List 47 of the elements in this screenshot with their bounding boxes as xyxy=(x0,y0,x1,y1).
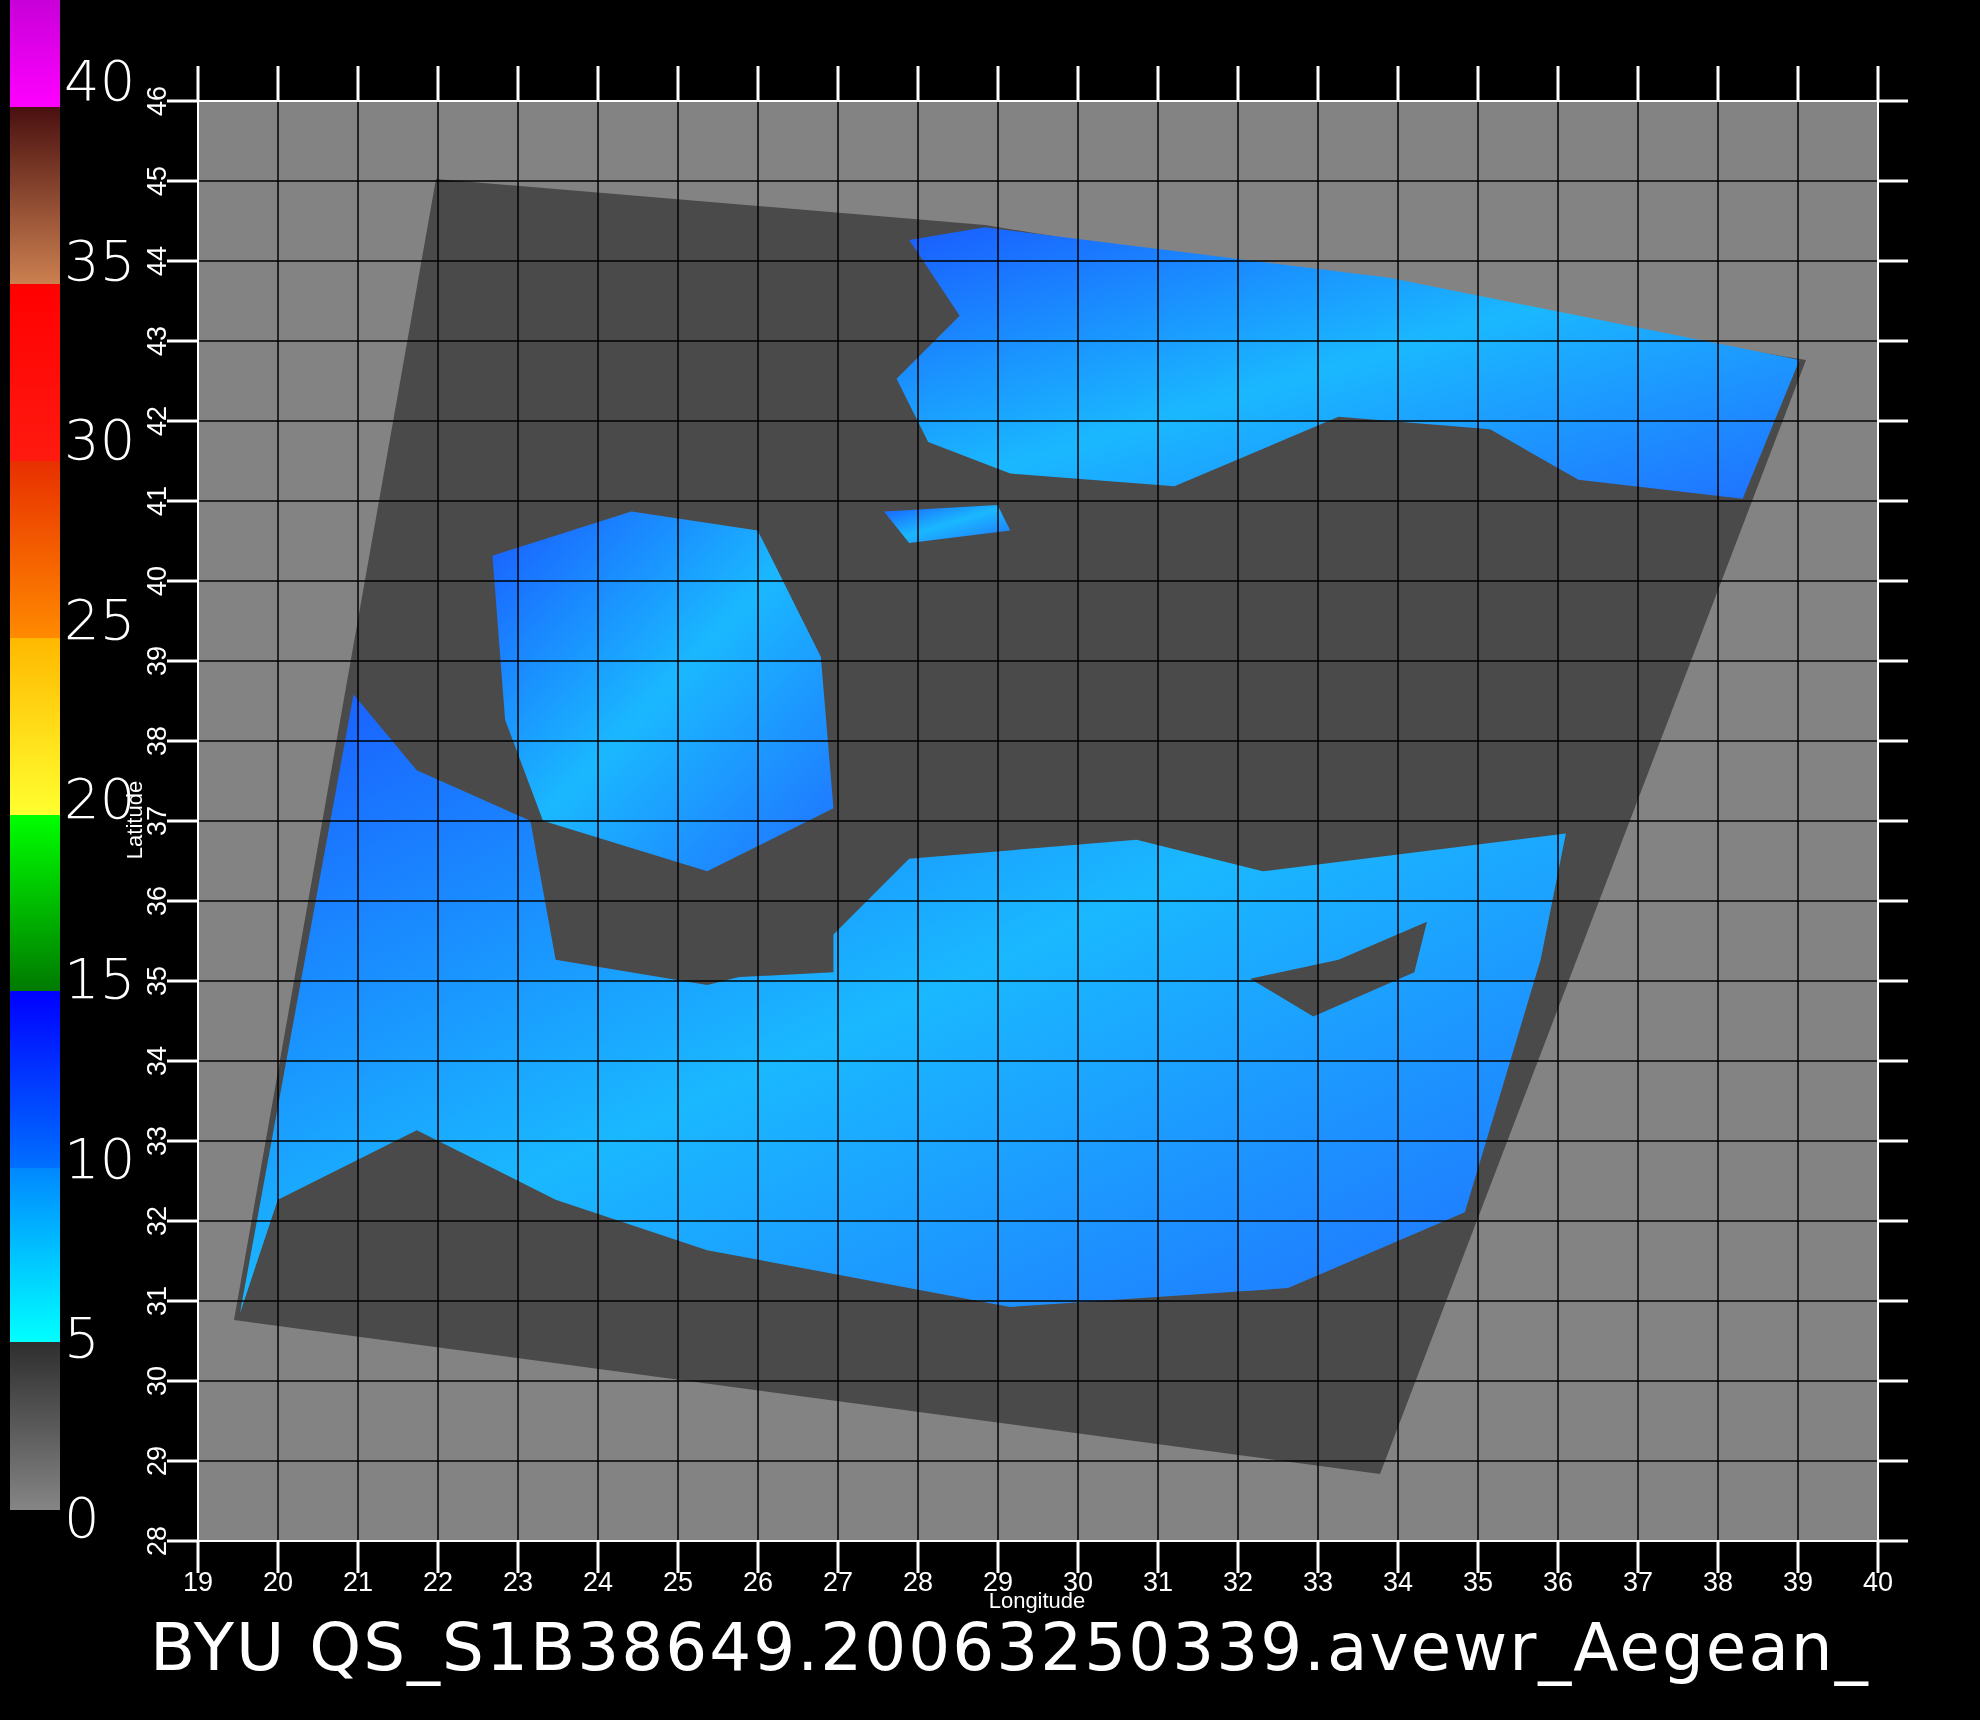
latitude-tick-label: 36 xyxy=(142,886,172,916)
longitude-tick-label: 21 xyxy=(343,1567,373,1597)
longitude-tick-label: 26 xyxy=(743,1567,773,1597)
longitude-tick-label: 23 xyxy=(503,1567,533,1597)
longitude-tick-label: 25 xyxy=(663,1567,693,1597)
colorbar-label: 15 xyxy=(64,946,136,1011)
longitude-tick-label: 38 xyxy=(1703,1567,1733,1597)
latitude-tick-label: 29 xyxy=(142,1446,172,1476)
latitude-tick-label: 31 xyxy=(142,1286,172,1316)
latitude-tick-label: 41 xyxy=(142,486,172,516)
colorbar-label: 10 xyxy=(64,1125,136,1191)
latitude-tick-label: 46 xyxy=(142,86,172,116)
longitude-tick-label: 28 xyxy=(903,1567,933,1597)
latitude-tick-label: 40 xyxy=(142,566,172,596)
longitude-tick-label: 36 xyxy=(1543,1567,1573,1597)
longitude-tick-label: 33 xyxy=(1303,1567,1333,1597)
longitude-tick-label: 40 xyxy=(1863,1567,1893,1597)
latitude-tick-label: 38 xyxy=(142,726,172,756)
longitude-tick-label: 39 xyxy=(1783,1567,1813,1597)
colorbar-label: 0 xyxy=(64,1484,100,1550)
colorbar-label: 25 xyxy=(64,586,136,652)
latitude-tick-label: 28 xyxy=(142,1526,172,1556)
latitude-tick-label: 33 xyxy=(142,1126,172,1156)
latitude-tick-label: 42 xyxy=(142,406,172,436)
longitude-tick-label: 34 xyxy=(1383,1567,1413,1597)
longitude-tick-label: 19 xyxy=(183,1567,213,1597)
longitude-tick-label: 32 xyxy=(1223,1567,1253,1597)
latitude-tick-label: 35 xyxy=(142,966,172,996)
latitude-tick-label: 37 xyxy=(142,806,172,836)
colorbar-label: 35 xyxy=(64,227,136,293)
longitude-tick-label: 22 xyxy=(423,1567,453,1597)
latitude-tick-label: 45 xyxy=(142,166,172,196)
colorbar-label: 5 xyxy=(64,1305,100,1371)
latitude-tick-label: 32 xyxy=(142,1206,172,1236)
longitude-tick-label: 35 xyxy=(1463,1567,1493,1597)
longitude-tick-label: 20 xyxy=(263,1567,293,1597)
longitude-tick-label: 37 xyxy=(1623,1567,1653,1597)
latitude-tick-label: 34 xyxy=(142,1046,172,1076)
latitude-tick-label: 39 xyxy=(142,646,172,676)
longitude-tick-label: 24 xyxy=(583,1567,613,1597)
latitude-tick-label: 44 xyxy=(142,246,172,276)
colorbar-label: 30 xyxy=(64,407,136,473)
longitude-tick-label: 27 xyxy=(823,1567,853,1597)
longitude-tick-label: 31 xyxy=(1143,1567,1173,1597)
latitude-tick-label: 43 xyxy=(142,326,172,356)
latitude-tick-label: 30 xyxy=(142,1366,172,1396)
colorbar-label: 40 xyxy=(64,48,136,113)
